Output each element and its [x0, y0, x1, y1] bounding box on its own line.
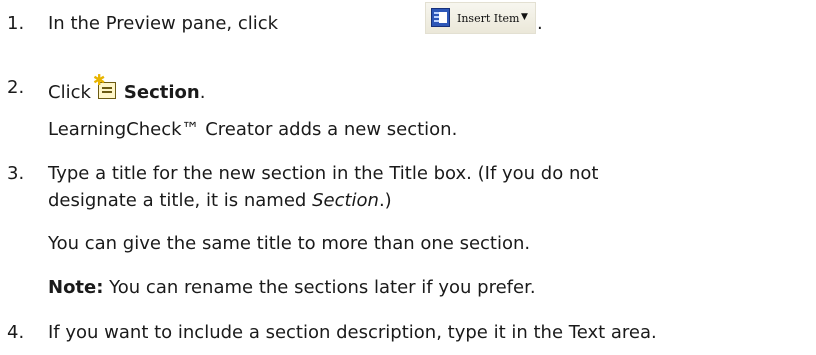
note-label: Note: — [48, 277, 104, 298]
step-number: 1. — [7, 13, 25, 34]
insert-item-icon — [431, 8, 450, 27]
note: Note: You can rename the sections later … — [48, 277, 536, 298]
step-number: 2. — [7, 77, 25, 98]
insert-item-button[interactable]: Insert Item ▼ — [425, 2, 536, 34]
step-line-2: designate a title, it is named Section.) — [48, 190, 392, 211]
step-text: If you want to include a section descrip… — [48, 322, 657, 343]
section-icon: ✱ — [93, 73, 119, 101]
step-text: Click ✱ Section. — [48, 71, 206, 104]
step-line-1: Type a title for the new section in the … — [48, 163, 599, 184]
dropdown-arrow-icon[interactable]: ▼ — [521, 12, 528, 22]
section-label: Section — [123, 82, 200, 103]
step-number: 4. — [7, 322, 25, 343]
step-result: LearningCheck™ Creator adds a new sectio… — [48, 119, 458, 140]
step-para: You can give the same title to more than… — [48, 233, 531, 254]
step-text: In the Preview pane, click — [48, 13, 279, 34]
step-number: 3. — [7, 163, 25, 184]
insert-item-label: Insert Item — [457, 12, 520, 25]
step-trailing: . — [537, 13, 543, 34]
